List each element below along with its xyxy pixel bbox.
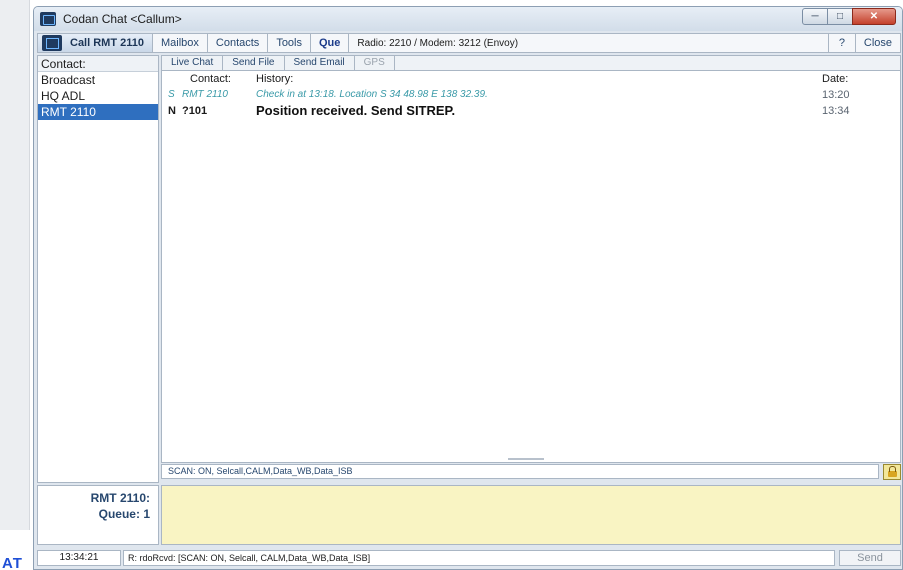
tab-send-file[interactable]: Send File [223,56,285,70]
que-button[interactable]: Que [311,34,350,52]
scan-status: SCAN: ON, Selcall,CALM,Data_WB,Data_ISB [161,464,879,479]
contact-item-broadcast[interactable]: Broadcast [38,72,158,88]
close-window-button[interactable]: ✕ [852,8,896,25]
queue-contact: RMT 2110: [90,491,150,505]
history-row[interactable]: N ?101 Position received. Send SITREP. 1… [162,103,900,119]
tools-button[interactable]: Tools [268,34,311,52]
status-bar: 13:34:21 R: rdoRcvd: [SCAN: ON, Selcall,… [37,549,901,567]
help-button[interactable]: ? [827,34,856,52]
contacts-panel: Contact: Broadcast HQ ADL RMT 2110 [37,55,159,483]
message-contact: ?101 [182,105,208,117]
message-text: Position received. Send SITREP. [256,103,456,118]
contact-item-hq-adl[interactable]: HQ ADL [38,88,158,104]
message-date: 13:34 [822,105,850,117]
maximize-button[interactable]: □ [827,8,853,25]
column-header-date: Date: [822,73,849,85]
status-message: R: rdoRcvd: [SCAN: ON, Selcall, CALM,Dat… [123,550,835,566]
message-text: Check in at 13:18. Location S 34 48.98 E… [256,89,488,100]
chat-window: Codan Chat <Callum> ─ □ ✕ Call RMT 2110 … [33,6,903,570]
background-page-text: AT [2,556,23,570]
send-button[interactable]: Send [839,550,901,566]
maximize-icon: □ [836,11,844,22]
history-row[interactable]: S RMT 2110 Check in at 13:18. Location S… [162,87,900,103]
tab-gps: GPS [355,56,395,70]
mailbox-button[interactable]: Mailbox [153,34,208,52]
lock-button[interactable] [883,464,901,480]
call-button[interactable]: Call RMT 2110 [38,34,153,52]
message-compose-area[interactable] [161,485,901,545]
minimize-button[interactable]: ─ [802,8,828,25]
background-page [0,0,32,570]
column-header-history: History: [256,73,294,85]
app-icon [40,12,56,26]
contacts-button[interactable]: Contacts [208,34,269,52]
queue-count: Queue: 1 [98,507,150,521]
queue-info: RMT 2110: Queue: 1 [37,485,159,545]
window-controls: ─ □ ✕ [802,8,896,25]
main-toolbar: Call RMT 2110 Mailbox Contacts Tools Que… [37,33,901,53]
close-icon: ✕ [869,11,879,22]
column-header-contact: Contact: [190,73,231,85]
splitter-grip[interactable] [508,458,544,460]
message-date: 13:20 [822,89,850,101]
title-bar[interactable]: Codan Chat <Callum> ─ □ ✕ [34,7,902,31]
message-flag: N [168,105,176,117]
radio-status: Radio: 2210 / Modem: 3212 (Envoy) [357,37,519,49]
lock-icon [887,465,897,477]
close-button[interactable]: Close [856,34,900,52]
tab-bar: Live Chat Send File Send Email GPS [161,55,901,70]
tab-live-chat[interactable]: Live Chat [162,56,224,70]
minimize-icon: ─ [811,11,819,22]
call-button-label: Call RMT 2110 [70,37,144,49]
message-flag: S [168,89,175,100]
background-page-strip [0,0,30,530]
radio-call-icon [42,35,62,51]
message-contact: RMT 2110 [182,89,228,100]
chat-history[interactable]: Contact: History: Date: S RMT 2110 Check… [161,70,901,463]
history-header: Contact: History: Date: [162,71,900,87]
window-title: Codan Chat <Callum> [63,12,182,26]
contacts-header: Contact: [38,56,158,72]
contact-item-rmt-2110[interactable]: RMT 2110 [38,104,158,120]
tab-send-email[interactable]: Send Email [285,56,355,70]
status-time: 13:34:21 [37,550,121,566]
